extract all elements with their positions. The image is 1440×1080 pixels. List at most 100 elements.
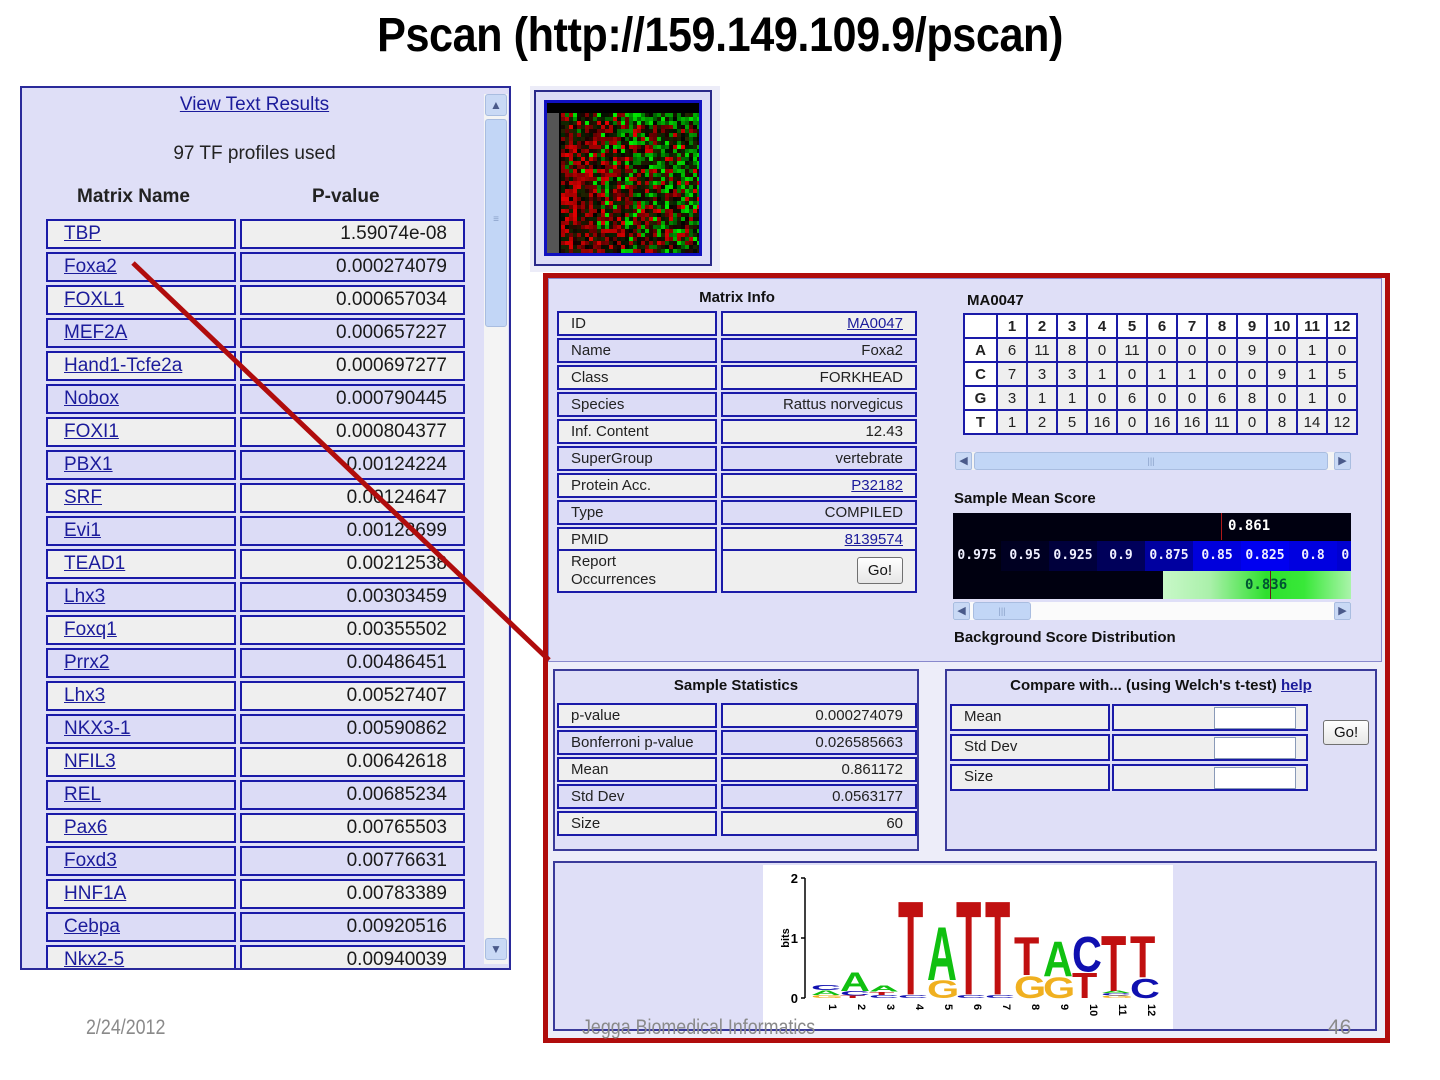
matrix-info-value: vertebrate — [721, 446, 917, 471]
pwm-scrollbar[interactable]: ◀ ||| ▶ — [955, 452, 1351, 470]
heatmap-cell — [597, 117, 601, 121]
heatmap-cell — [601, 225, 605, 229]
results-scrollbar[interactable]: ▲ ≡ ▼ — [484, 94, 508, 964]
heatmap-cell — [689, 129, 693, 133]
heatmap-cell — [669, 217, 673, 221]
pwm-scroll-thumb[interactable]: ||| — [974, 452, 1328, 470]
matrix-name-link[interactable]: Foxa2 — [64, 256, 117, 277]
scroll-left-icon[interactable]: ◀ — [955, 452, 972, 470]
heatmap-cell — [597, 133, 601, 137]
heatmap-cell — [585, 161, 589, 165]
matrix-name-link[interactable]: NFIL3 — [64, 751, 116, 772]
matrix-name-link[interactable]: Nkx2-5 — [64, 949, 124, 968]
help-link[interactable]: help — [1281, 677, 1312, 694]
heatmap-cell — [649, 209, 653, 213]
heatmap-cell — [677, 145, 681, 149]
heatmap-cell — [585, 165, 589, 169]
heatmap-cell — [645, 193, 649, 197]
matrix-name-link[interactable]: Hand1-Tcfe2a — [64, 355, 182, 376]
pvalue-cell: 0.00128699 — [240, 516, 465, 546]
matrix-name-link[interactable]: FOXL1 — [64, 289, 124, 310]
pvalue-cell: 0.000790445 — [240, 384, 465, 414]
score-scrollbar[interactable]: ◀ ||| ▶ — [953, 602, 1351, 620]
heatmap-cell — [561, 233, 565, 237]
heatmap-cell — [633, 233, 637, 237]
matrix-name-link[interactable]: FOXI1 — [64, 421, 119, 442]
scroll-thumb[interactable]: ≡ — [485, 119, 507, 327]
heatmap-cell — [601, 193, 605, 197]
heatmap-cell — [581, 217, 585, 221]
heatmap-cell — [593, 181, 597, 185]
heatmap-cell — [673, 189, 677, 193]
pwm-base-label: A — [963, 337, 998, 363]
heatmap-cell — [565, 181, 569, 185]
matrix-name-cell: Prrx2 — [46, 648, 236, 678]
matrix-name-link[interactable]: TEAD1 — [64, 553, 125, 574]
heatmap-cell — [633, 209, 637, 213]
report-go-button[interactable]: Go! — [856, 557, 903, 584]
matrix-name-link[interactable]: Prrx2 — [64, 652, 109, 673]
heatmap-cell — [633, 241, 637, 245]
heatmap-cell — [661, 181, 665, 185]
heatmap-cell — [609, 137, 613, 141]
heatmap-cell — [561, 249, 565, 253]
heatmap-cell — [673, 221, 677, 225]
matrix-info-link[interactable]: P32182 — [851, 477, 903, 494]
heatmap-cell — [565, 165, 569, 169]
scroll-down-icon[interactable]: ▼ — [485, 938, 507, 960]
matrix-name-link[interactable]: SRF — [64, 487, 102, 508]
matrix-name-link[interactable]: Cebpa — [64, 916, 120, 937]
matrix-name-link[interactable]: Pax6 — [64, 817, 107, 838]
matrix-name-link[interactable]: HNF1A — [64, 883, 126, 904]
matrix-name-link[interactable]: Foxd3 — [64, 850, 117, 871]
heatmap-thumbnail[interactable] — [544, 100, 702, 256]
matrix-name-link[interactable]: Nobox — [64, 388, 119, 409]
heatmap-cell — [653, 221, 657, 225]
heatmap-cell — [609, 189, 613, 193]
matrix-info-link[interactable]: MA0047 — [847, 315, 903, 332]
heatmap-cell — [593, 113, 597, 117]
matrix-info-link[interactable]: 8139574 — [845, 531, 903, 548]
pvalue-cell: 0.00642618 — [240, 747, 465, 777]
score-scroll-thumb[interactable]: ||| — [973, 602, 1031, 620]
scroll-left-icon[interactable]: ◀ — [953, 602, 970, 620]
scroll-right-icon[interactable]: ▶ — [1334, 602, 1351, 620]
pwm-count-cell: 1 — [1176, 361, 1208, 387]
heatmap-cell — [597, 193, 601, 197]
matrix-name-link[interactable]: PBX1 — [64, 454, 113, 475]
scroll-right-icon[interactable]: ▶ — [1334, 452, 1351, 470]
sample-stat-key: Mean — [557, 757, 717, 782]
heatmap-cell — [673, 217, 677, 221]
matrix-name-link[interactable]: Lhx3 — [64, 586, 105, 607]
matrix-name-link[interactable]: TBP — [64, 223, 101, 244]
heatmap-cell — [625, 149, 629, 153]
pvalue-cell: 0.000697277 — [240, 351, 465, 381]
heatmap-cell — [569, 113, 573, 117]
heatmap-cell — [601, 141, 605, 145]
heatmap-cell — [693, 189, 697, 193]
heatmap-cell — [573, 169, 577, 173]
heatmap-cell — [621, 249, 625, 253]
compare-input-mean[interactable] — [1214, 707, 1296, 729]
compare-input-std-dev[interactable] — [1214, 737, 1296, 759]
heatmap-cell — [633, 137, 637, 141]
compare-input-size[interactable] — [1214, 767, 1296, 789]
heatmap-cell — [657, 121, 661, 125]
matrix-name-link[interactable]: MEF2A — [64, 322, 127, 343]
heatmap-thumbnail-frame[interactable] — [534, 90, 712, 266]
view-text-results-link[interactable]: View Text Results — [22, 94, 487, 116]
matrix-name-link[interactable]: NKX3-1 — [64, 718, 131, 739]
heatmap-cell — [629, 185, 633, 189]
heatmap-cell — [677, 229, 681, 233]
matrix-name-link[interactable]: Lhx3 — [64, 685, 105, 706]
compare-go-button[interactable]: Go! — [1323, 720, 1370, 745]
heatmap-cell — [573, 233, 577, 237]
matrix-info-title: Matrix Info — [699, 289, 775, 306]
heatmap-cell — [685, 209, 689, 213]
matrix-name-link[interactable]: Evi1 — [64, 520, 101, 541]
scroll-up-icon[interactable]: ▲ — [485, 94, 507, 116]
matrix-name-link[interactable]: REL — [64, 784, 101, 805]
heatmap-cell — [625, 133, 629, 137]
heatmap-cell — [565, 117, 569, 121]
matrix-name-link[interactable]: Foxq1 — [64, 619, 117, 640]
